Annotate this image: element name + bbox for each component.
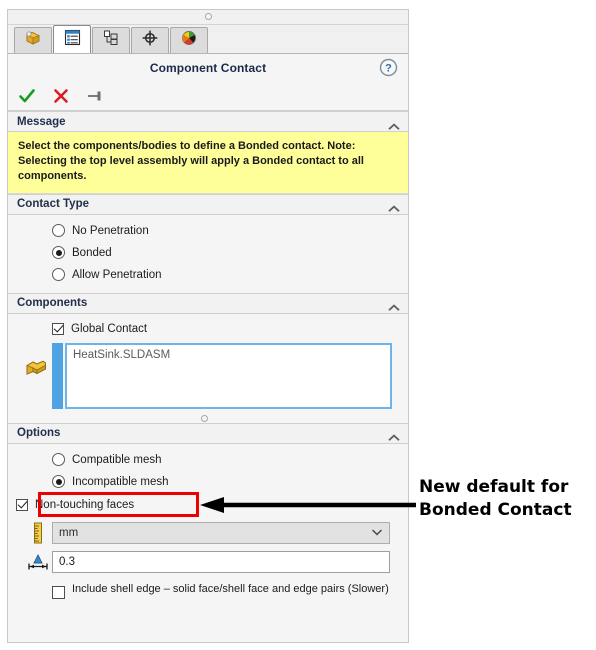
checkbox-non-touching-faces[interactable]: Non-touching faces: [16, 495, 400, 515]
listbox-resize-grip[interactable]: [16, 409, 392, 422]
panel-splitter[interactable]: [8, 10, 408, 25]
section-header-message[interactable]: Message: [8, 111, 408, 132]
radio-indicator[interactable]: [52, 268, 65, 282]
section-title-options: Options: [17, 427, 61, 440]
checkbox-indicator[interactable]: [52, 585, 65, 599]
radio-indicator-selected[interactable]: [52, 475, 65, 489]
checkbox-global-contact[interactable]: Global Contact: [16, 319, 400, 339]
panel-action-row: [8, 82, 408, 111]
pushpin-icon[interactable]: [86, 87, 104, 105]
radio-compatible-mesh[interactable]: Compatible mesh: [16, 449, 400, 471]
section-body-contact-type: No Penetration Bonded Allow Penetration: [8, 214, 408, 293]
gap-distance-icon: [24, 552, 52, 572]
list-item[interactable]: HeatSink.SLDASM: [73, 349, 384, 361]
blue-list-icon: [64, 29, 81, 51]
panel-title-row: Component Contact ?: [8, 54, 408, 82]
red-x-icon[interactable]: [52, 87, 70, 105]
splitter-handle-dot[interactable]: [205, 13, 212, 20]
chevron-up-icon[interactable]: [388, 118, 400, 130]
annotation-line-1: New default for: [419, 477, 569, 497]
components-selection-area: HeatSink.SLDASM: [16, 342, 400, 409]
section-body-components: Global Contact HeatSink.SLDASM: [8, 313, 408, 423]
message-text: Select the components/bodies to define a…: [8, 132, 408, 194]
radio-label: Compatible mesh: [72, 453, 162, 466]
tab-property-manager[interactable]: [53, 25, 91, 53]
radio-indicator[interactable]: [52, 453, 65, 467]
tab-dimxpert-manager[interactable]: [131, 27, 169, 53]
checkbox-label: Non-touching faces: [35, 498, 135, 511]
radio-indicator[interactable]: [52, 224, 65, 238]
radio-incompatible-mesh[interactable]: Incompatible mesh: [16, 471, 400, 493]
chevron-up-icon[interactable]: [388, 200, 400, 212]
unit-value: mm: [59, 526, 79, 539]
section-title-components: Components: [17, 297, 88, 310]
radio-label: No Penetration: [72, 224, 149, 237]
ruler-icon: [24, 522, 52, 544]
section-title-message: Message: [17, 115, 66, 128]
green-check-icon[interactable]: [18, 87, 36, 105]
selection-accent-bar: [52, 342, 63, 409]
radio-label: Bonded: [72, 246, 112, 259]
components-solid-icon: [24, 343, 52, 384]
svg-text:?: ?: [385, 63, 392, 75]
checkbox-include-shell-edge[interactable]: Include shell edge – solid face/shell fa…: [16, 583, 400, 599]
resize-grip-dot[interactable]: [200, 414, 208, 422]
chevron-up-icon[interactable]: [388, 429, 400, 441]
tab-configuration-manager[interactable]: [92, 27, 130, 53]
section-title-contact-type: Contact Type: [17, 198, 89, 211]
chevron-down-icon[interactable]: [371, 527, 383, 539]
help-circle-icon[interactable]: ?: [379, 58, 398, 82]
annotation-line-2: Bonded Contact: [419, 499, 572, 520]
gap-field-row: 0.3: [16, 550, 400, 573]
section-body-options: Compatible mesh Incompatible mesh Non-to…: [8, 443, 408, 609]
color-sphere-icon: [180, 29, 198, 52]
radio-allow-penetration[interactable]: Allow Penetration: [16, 264, 400, 286]
section-header-contact-type[interactable]: Contact Type: [8, 193, 408, 215]
checkbox-indicator-checked[interactable]: [16, 498, 28, 511]
gap-value-input[interactable]: 0.3: [52, 550, 390, 573]
gap-value: 0.3: [59, 555, 75, 568]
tab-feature-manager[interactable]: [14, 27, 52, 53]
section-header-options[interactable]: Options: [8, 422, 408, 444]
annotation-text: New default for Bonded Contact: [419, 476, 595, 522]
unit-dropdown[interactable]: mm: [52, 521, 390, 544]
yellow-cube-icon: [24, 29, 42, 52]
radio-bonded[interactable]: Bonded: [16, 242, 400, 264]
configurations-icon: [102, 29, 120, 52]
radio-no-penetration[interactable]: No Penetration: [16, 220, 400, 242]
radio-label: Incompatible mesh: [72, 475, 169, 488]
property-manager-panel: Component Contact ? Message Select the c…: [7, 9, 409, 643]
components-listbox[interactable]: HeatSink.SLDASM: [65, 342, 392, 409]
checkbox-label: Global Contact: [71, 322, 148, 335]
manager-tab-strip: [8, 25, 408, 54]
section-header-components[interactable]: Components: [8, 292, 408, 314]
checkbox-indicator-checked[interactable]: [52, 322, 64, 335]
checkbox-label: Include shell edge – solid face/shell fa…: [72, 582, 389, 595]
chevron-up-icon[interactable]: [388, 299, 400, 311]
radio-label: Allow Penetration: [72, 268, 162, 281]
unit-field-row: mm: [16, 521, 400, 544]
radio-indicator-selected[interactable]: [52, 246, 65, 260]
page-title: Component Contact: [149, 61, 267, 75]
tab-display-manager[interactable]: [170, 27, 208, 53]
crosshair-target-icon: [141, 29, 159, 52]
